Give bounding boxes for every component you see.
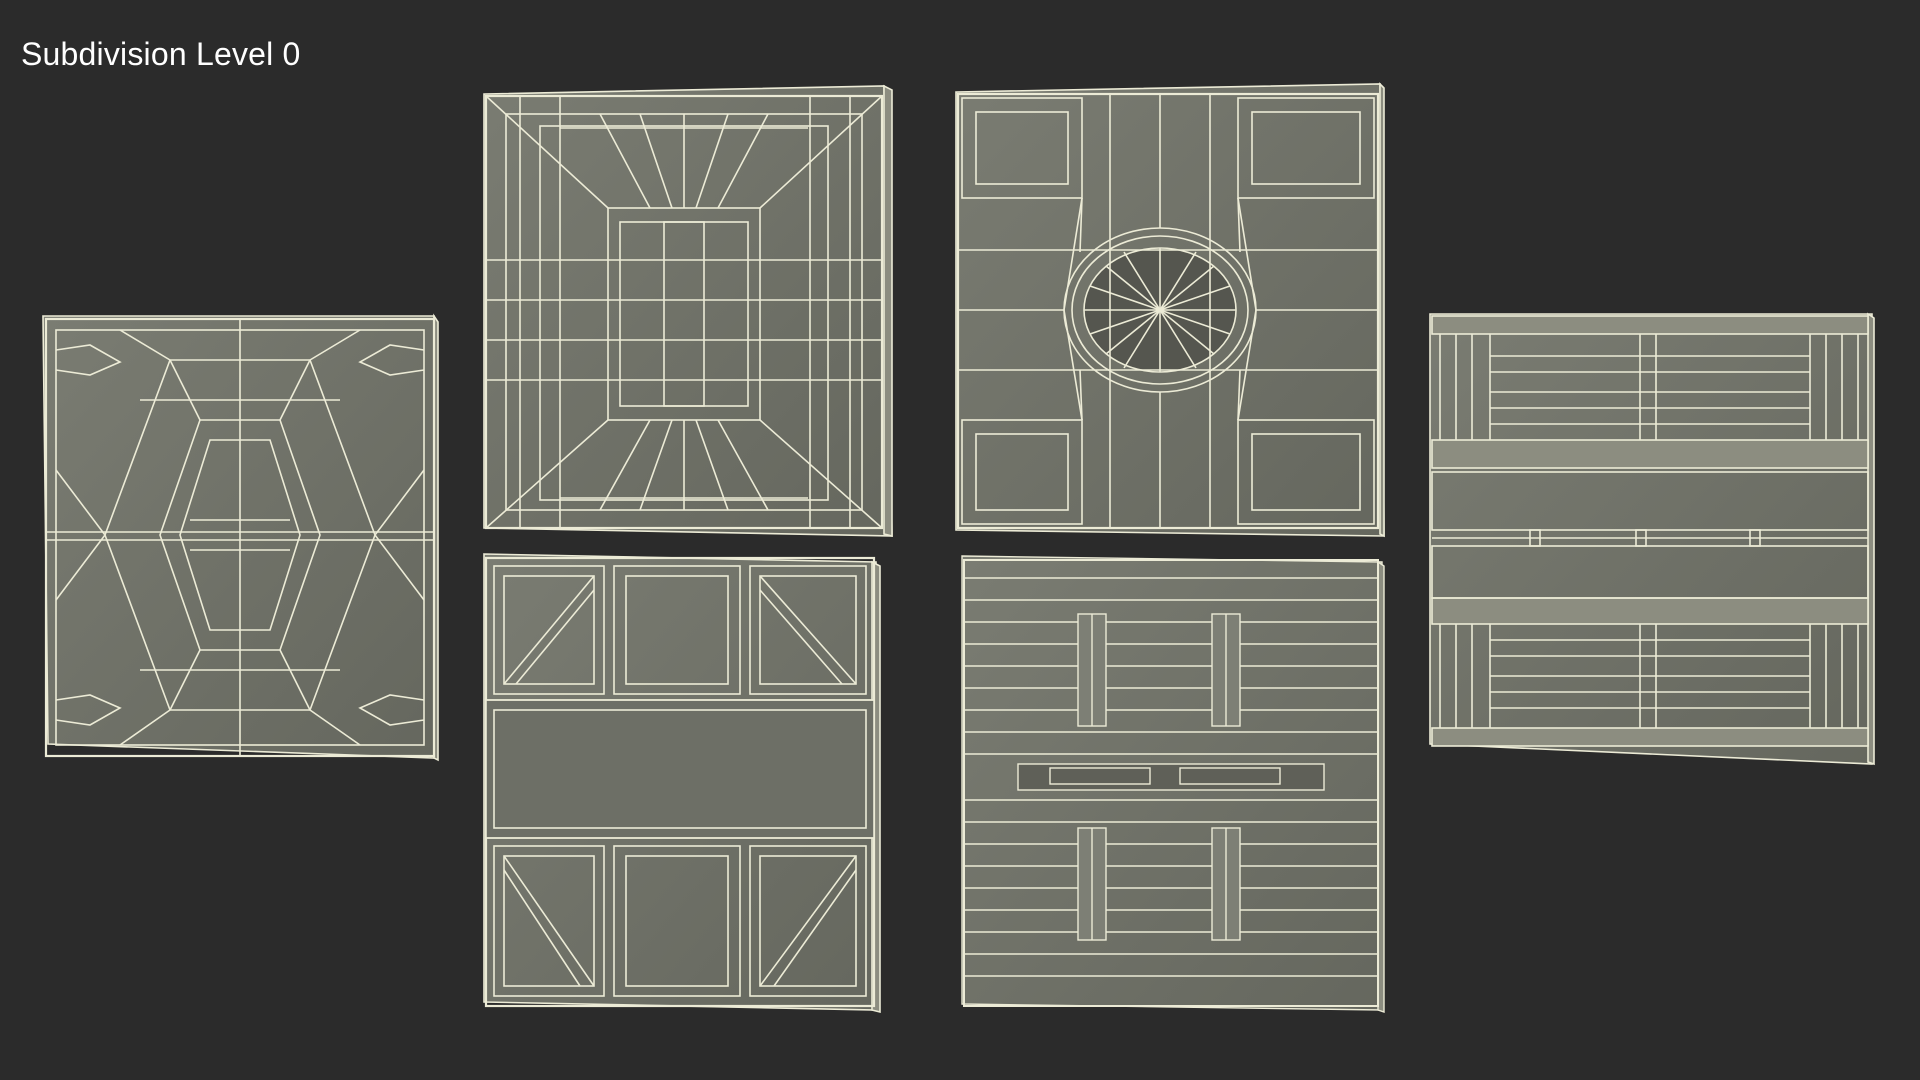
panel-hex-diamond [42, 313, 439, 762]
panel-truss-frame [483, 553, 881, 1014]
viewport: Subdivision Level 0 [0, 0, 1920, 1080]
wireframe-scene [42, 82, 1875, 1014]
panel-pipe-rack [1429, 312, 1875, 766]
panel-round-vent [955, 82, 1385, 538]
panel-recessed-pyramid [483, 84, 893, 538]
panel-tube-stack [961, 555, 1385, 1013]
